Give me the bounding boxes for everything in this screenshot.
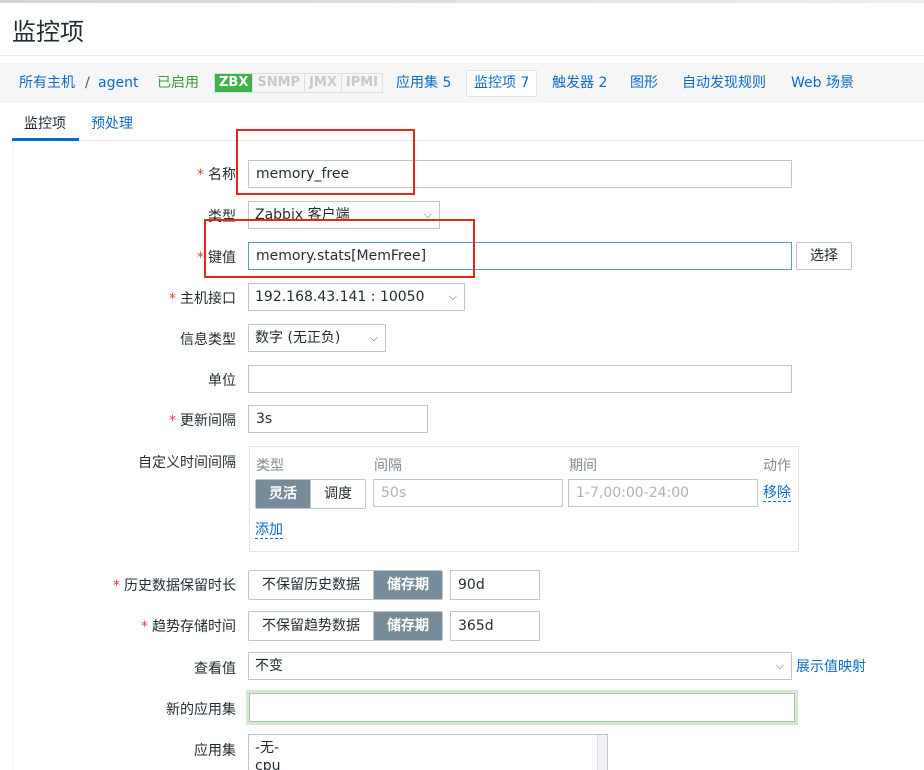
- new-application-input[interactable]: [246, 690, 798, 725]
- list-item[interactable]: cpu: [249, 757, 607, 770]
- update-interval-label: * 更新间隔: [169, 413, 236, 429]
- col-period-header: 期间: [569, 458, 597, 474]
- col-interval-header: 间隔: [374, 458, 402, 474]
- trends-label: * 趋势存储时间: [141, 619, 236, 635]
- remove-interval-link[interactable]: 移除: [763, 485, 791, 502]
- breadcrumb-separator: /: [85, 75, 90, 91]
- new-application-label: 新的应用集: [166, 702, 236, 718]
- list-item[interactable]: -无-: [249, 739, 607, 757]
- new-application-inner: [249, 693, 795, 722]
- interface-label: * 主机接口: [169, 291, 236, 307]
- history-period-input[interactable]: 90d: [450, 570, 540, 600]
- applications-label: 应用集: [194, 743, 236, 759]
- info-type-label: 信息类型: [180, 332, 236, 348]
- col-action-header: 动作: [763, 458, 791, 474]
- scheduling-option[interactable]: 调度: [310, 480, 365, 508]
- nav-triggers[interactable]: 触发器 2: [552, 63, 607, 103]
- custom-interval-input[interactable]: 50s: [373, 479, 563, 507]
- trends-period-input[interactable]: 365d: [450, 611, 540, 641]
- page-title: 监控项: [12, 18, 84, 46]
- chevron-down-icon: ⌵: [448, 290, 457, 303]
- listbox-scrollbar[interactable]: [597, 735, 607, 770]
- show-value-mappings-link[interactable]: 展示值映射: [796, 659, 866, 675]
- custom-period-input[interactable]: 1-7,00:00-24:00: [568, 479, 758, 507]
- show-value-label: 查看值: [194, 661, 236, 677]
- badge-snmp: SNMP: [253, 74, 306, 92]
- annotation-box-key: [204, 219, 475, 278]
- breadcrumb-all-hosts[interactable]: 所有主机: [19, 63, 75, 103]
- nav-discovery-rules[interactable]: 自动发现规则: [682, 63, 766, 103]
- title-divider: [0, 55, 924, 56]
- select-key-button[interactable]: 选择: [796, 242, 852, 270]
- history-storage-option[interactable]: 储存期: [373, 571, 442, 599]
- add-interval-link[interactable]: 添加: [255, 522, 283, 539]
- history-no-keep-option[interactable]: 不保留历史数据: [249, 571, 373, 599]
- host-status-enabled[interactable]: 已启用: [157, 63, 199, 103]
- history-label: * 历史数据保留时长: [113, 578, 236, 594]
- form-tabs: 监控项 预处理: [12, 103, 924, 141]
- nav-items-active[interactable]: 监控项 7: [466, 70, 538, 97]
- nav-applications[interactable]: 应用集 5: [396, 63, 451, 103]
- units-input[interactable]: [248, 365, 792, 393]
- trends-mode-toggle: 不保留趋势数据 储存期: [248, 611, 443, 641]
- col-type-header: 类型: [256, 458, 284, 474]
- tab-preprocessing[interactable]: 预处理: [91, 113, 133, 133]
- key-label: * 键值: [197, 250, 236, 266]
- badge-zbx: ZBX: [215, 74, 254, 92]
- top-border: [0, 0, 924, 3]
- show-value-select[interactable]: 不变 ⌵: [248, 652, 792, 680]
- availability-badges: ZBX SNMP JMX IPMI: [214, 73, 384, 93]
- interval-type-toggle: 灵活 调度: [255, 479, 366, 509]
- trends-storage-option[interactable]: 储存期: [373, 612, 442, 640]
- trends-no-keep-option[interactable]: 不保留趋势数据: [249, 612, 373, 640]
- nav-graphs[interactable]: 图形: [630, 63, 658, 103]
- nav-web-scenarios[interactable]: Web 场景: [791, 63, 854, 103]
- update-interval-input[interactable]: 3s: [248, 405, 428, 433]
- badge-ipmi: IPMI: [345, 75, 379, 90]
- tab-item[interactable]: 监控项: [24, 113, 66, 133]
- host-nav-bar: 所有主机 / agent 已启用 ZBX SNMP JMX IPMI 应用集 5…: [0, 63, 924, 103]
- name-label: * 名称: [197, 167, 236, 183]
- units-label: 单位: [208, 373, 236, 389]
- breadcrumb-host[interactable]: agent: [98, 63, 138, 103]
- chevron-down-icon: ⌵: [775, 659, 784, 672]
- info-type-select[interactable]: 数字 (无正负) ⌵: [248, 324, 386, 352]
- custom-intervals-table: 类型 间隔 期间 动作 灵活 调度 50s 1-7,00:00-24:00 移除…: [249, 446, 799, 552]
- interface-select[interactable]: 192.168.43.141 : 10050 ⌵: [248, 283, 465, 311]
- applications-listbox[interactable]: -无- cpu: [248, 734, 608, 770]
- chevron-down-icon: ⌵: [369, 331, 378, 344]
- annotation-box-name: [236, 129, 415, 195]
- history-mode-toggle: 不保留历史数据 储存期: [248, 570, 443, 600]
- flexible-option[interactable]: 灵活: [256, 480, 310, 508]
- badge-jmx: JMX: [305, 74, 342, 92]
- type-label: 类型: [208, 209, 236, 225]
- custom-intervals-label: 自定义时间间隔: [138, 455, 236, 471]
